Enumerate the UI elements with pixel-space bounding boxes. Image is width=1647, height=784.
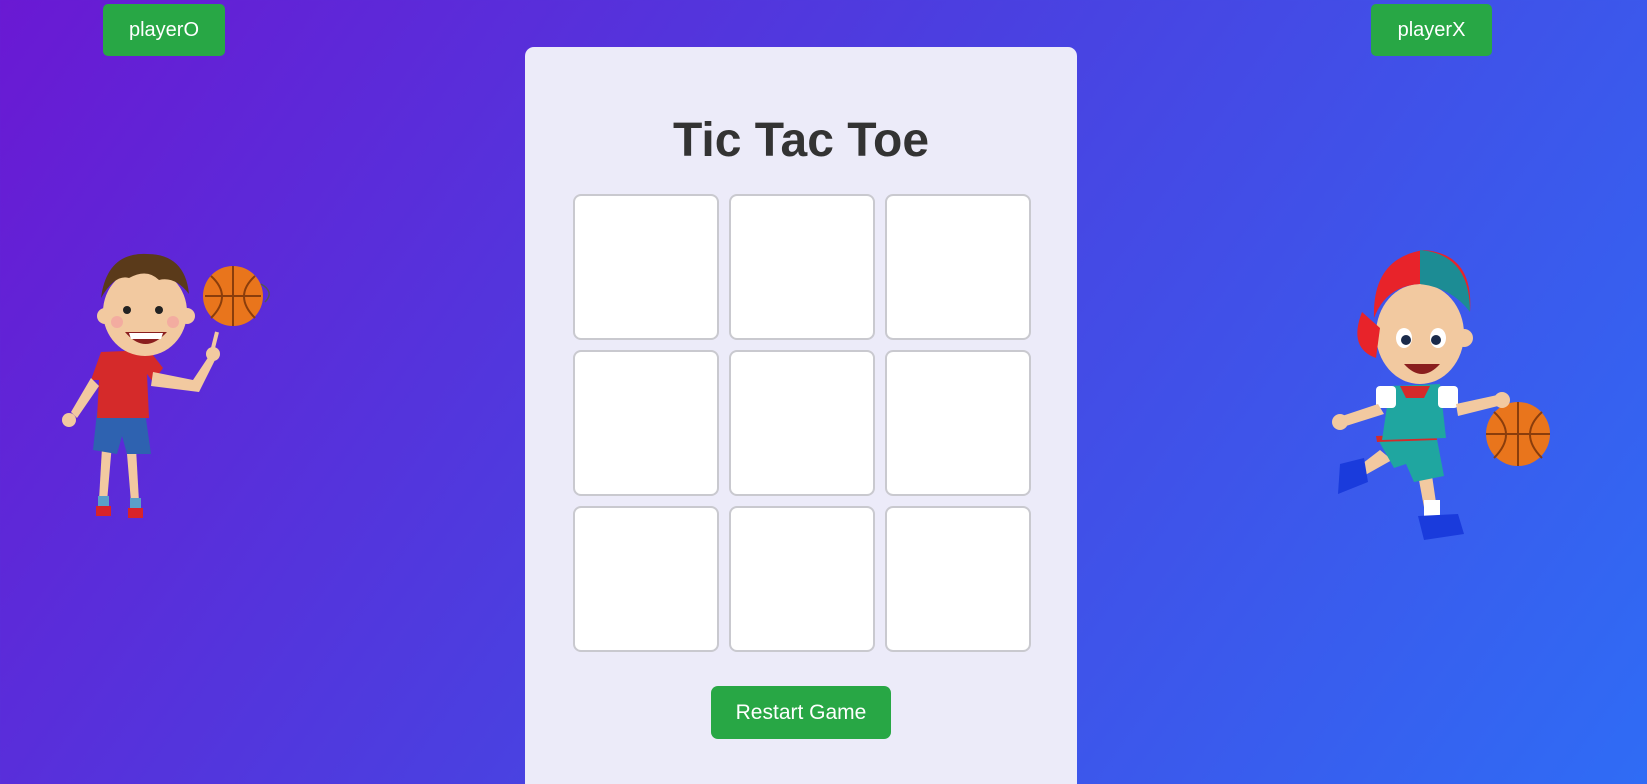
game-panel: Tic Tac Toe Restart Game — [525, 47, 1077, 784]
board-cell-3[interactable] — [885, 194, 1031, 340]
board-cell-7[interactable] — [573, 506, 719, 652]
page-title: Tic Tac Toe — [672, 114, 930, 167]
board-cell-2[interactable] — [729, 194, 875, 340]
board-cell-9[interactable] — [885, 506, 1031, 652]
player-x-button[interactable]: playerX — [1371, 4, 1492, 56]
restart-game-button[interactable]: Restart Game — [711, 686, 891, 739]
board-cell-6[interactable] — [885, 350, 1031, 496]
board-cell-5[interactable] — [729, 350, 875, 496]
player-o-avatar-icon — [62, 253, 270, 518]
board-cell-8[interactable] — [729, 506, 875, 652]
board-cell-4[interactable] — [573, 350, 719, 496]
game-board — [573, 194, 1033, 660]
player-x-avatar-icon — [1332, 250, 1550, 540]
player-o-button[interactable]: playerO — [103, 4, 225, 56]
board-cell-1[interactable] — [573, 194, 719, 340]
